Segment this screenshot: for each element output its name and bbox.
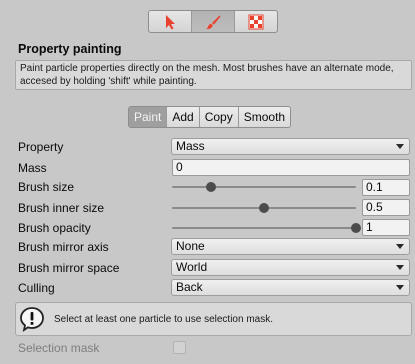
mass-field[interactable]: 0 bbox=[172, 159, 410, 176]
warning-box: Select at least one particle to use sele… bbox=[15, 302, 412, 336]
brush-opacity-slider-thumb[interactable] bbox=[351, 223, 361, 233]
chevron-down-icon bbox=[396, 285, 404, 290]
cursor-arrow-icon bbox=[166, 14, 175, 29]
chevron-down-icon bbox=[396, 144, 404, 149]
culling-value: Back bbox=[176, 280, 203, 294]
brush-mirror-space-label: Brush mirror space bbox=[18, 261, 120, 275]
brush-mirror-axis-label: Brush mirror axis bbox=[18, 240, 109, 254]
chevron-down-icon bbox=[396, 244, 404, 249]
brush-inner-size-slider[interactable] bbox=[172, 203, 356, 213]
tool-tabs: Paint Add Copy Smooth bbox=[128, 106, 292, 128]
brush-opacity-label: Brush opacity bbox=[18, 221, 91, 235]
tab-paint[interactable]: Paint bbox=[129, 107, 168, 127]
selection-mask-label: Selection mask bbox=[18, 341, 100, 355]
exclamation-icon bbox=[20, 307, 44, 332]
paintbrush-icon bbox=[206, 15, 221, 29]
mass-label: Mass bbox=[18, 161, 47, 175]
brush-size-slider-thumb[interactable] bbox=[205, 182, 216, 192]
culling-dropdown[interactable]: Back bbox=[171, 279, 410, 296]
property-label: Property bbox=[18, 140, 64, 154]
select-mode-button[interactable] bbox=[149, 11, 192, 32]
brush-size-field[interactable]: 0.1 bbox=[362, 179, 410, 196]
tab-smooth[interactable]: Smooth bbox=[239, 107, 290, 127]
mode-toolbar bbox=[148, 10, 278, 33]
brush-opacity-slider[interactable] bbox=[172, 223, 361, 233]
brush-size-label: Brush size bbox=[18, 180, 75, 194]
brush-inner-size-label: Brush inner size bbox=[18, 201, 105, 215]
chevron-down-icon bbox=[396, 265, 404, 270]
brush-mirror-space-value: World bbox=[176, 260, 208, 274]
brush-size-slider[interactable] bbox=[172, 182, 356, 192]
mask-mode-button[interactable] bbox=[235, 11, 277, 32]
culling-label: Culling bbox=[18, 281, 55, 295]
property-value: Mass bbox=[176, 139, 205, 153]
brush-mirror-space-dropdown[interactable]: World bbox=[171, 259, 410, 276]
brush-opacity-field[interactable]: 1 bbox=[362, 219, 410, 236]
help-box: Paint particle properties directly on th… bbox=[15, 60, 412, 90]
brush-inner-size-field[interactable]: 0.5 bbox=[362, 199, 410, 216]
brush-mirror-axis-value: None bbox=[176, 239, 205, 253]
tab-add[interactable]: Add bbox=[167, 107, 200, 127]
checker-grid-icon bbox=[248, 14, 264, 29]
selection-mask-checkbox[interactable] bbox=[173, 341, 186, 354]
section-title: Property painting bbox=[18, 42, 122, 56]
brush-mirror-axis-dropdown[interactable]: None bbox=[171, 238, 410, 255]
brush-inner-size-slider-thumb[interactable] bbox=[259, 203, 269, 213]
tab-copy[interactable]: Copy bbox=[200, 107, 239, 127]
paint-mode-button[interactable] bbox=[192, 11, 235, 32]
property-dropdown[interactable]: Mass bbox=[171, 138, 410, 155]
warning-text: Select at least one particle to use sele… bbox=[54, 313, 274, 325]
